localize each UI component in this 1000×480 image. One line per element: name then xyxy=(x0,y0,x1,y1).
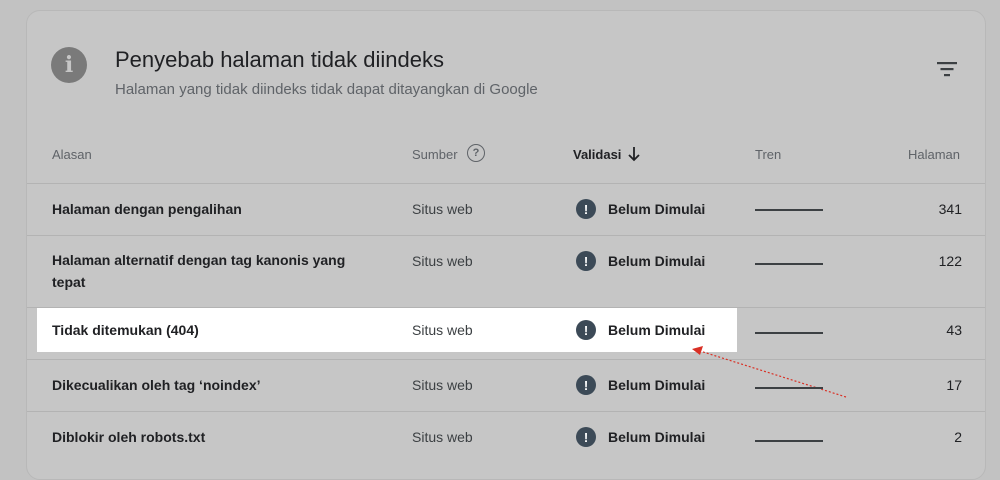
trend-sparkline xyxy=(755,263,823,265)
reason-cell: Halaman alternatif dengan tag kanonis ya… xyxy=(52,252,346,290)
status-cell: Belum Dimulai xyxy=(608,201,706,217)
pages-cell: 17 xyxy=(946,377,962,393)
source-cell: Situs web xyxy=(412,322,473,338)
not-indexed-reasons-card: i Penyebab halaman tidak diindeks Halama… xyxy=(26,10,986,480)
source-cell: Situs web xyxy=(412,429,473,445)
status-cell: Belum Dimulai xyxy=(608,429,706,445)
status-cell: Belum Dimulai xyxy=(608,322,706,338)
warning-icon: ! xyxy=(576,199,596,219)
column-header-reason[interactable]: Alasan xyxy=(52,147,92,162)
source-cell: Situs web xyxy=(412,201,473,217)
filter-icon[interactable] xyxy=(935,59,959,79)
table-row[interactable]: Dikecualikan oleh tag ‘noindex’ Situs we… xyxy=(27,359,985,412)
card-subtitle: Halaman yang tidak diindeks tidak dapat … xyxy=(115,81,538,98)
warning-icon: ! xyxy=(576,427,596,447)
source-cell: Situs web xyxy=(412,377,473,393)
column-header-validation[interactable]: Validasi xyxy=(573,147,621,162)
sort-down-arrow-icon xyxy=(628,147,640,162)
column-header-pages[interactable]: Halaman xyxy=(908,147,960,162)
pages-cell: 43 xyxy=(946,322,962,338)
info-icon: i xyxy=(51,47,87,83)
table-row[interactable]: Halaman dengan pengalihan Situs web ! Be… xyxy=(27,183,985,236)
status-cell: Belum Dimulai xyxy=(608,253,706,269)
warning-icon: ! xyxy=(576,320,596,340)
pages-cell: 2 xyxy=(954,429,962,445)
trend-sparkline xyxy=(755,440,823,442)
reason-cell: Halaman dengan pengalihan xyxy=(52,201,242,217)
table-row-highlighted[interactable]: Tidak ditemukan (404) Situs web ! Belum … xyxy=(27,307,985,352)
trend-sparkline xyxy=(755,387,823,389)
warning-icon: ! xyxy=(576,375,596,395)
column-header-source[interactable]: Sumber xyxy=(412,147,458,162)
pages-cell: 341 xyxy=(938,201,962,217)
column-header-trend[interactable]: Tren xyxy=(755,147,781,162)
card-title: Penyebab halaman tidak diindeks xyxy=(115,47,445,72)
help-icon[interactable]: ? xyxy=(467,144,485,162)
reason-cell: Dikecualikan oleh tag ‘noindex’ xyxy=(52,377,261,393)
source-cell: Situs web xyxy=(412,253,473,269)
pages-cell: 122 xyxy=(938,253,962,269)
warning-icon: ! xyxy=(576,251,596,271)
trend-sparkline xyxy=(755,332,823,334)
table-row[interactable]: Halaman alternatif dengan tag kanonis ya… xyxy=(27,235,985,308)
trend-sparkline xyxy=(755,209,823,211)
reason-cell: Tidak ditemukan (404) xyxy=(52,322,199,338)
reason-cell: Diblokir oleh robots.txt xyxy=(52,429,206,445)
status-cell: Belum Dimulai xyxy=(608,377,706,393)
